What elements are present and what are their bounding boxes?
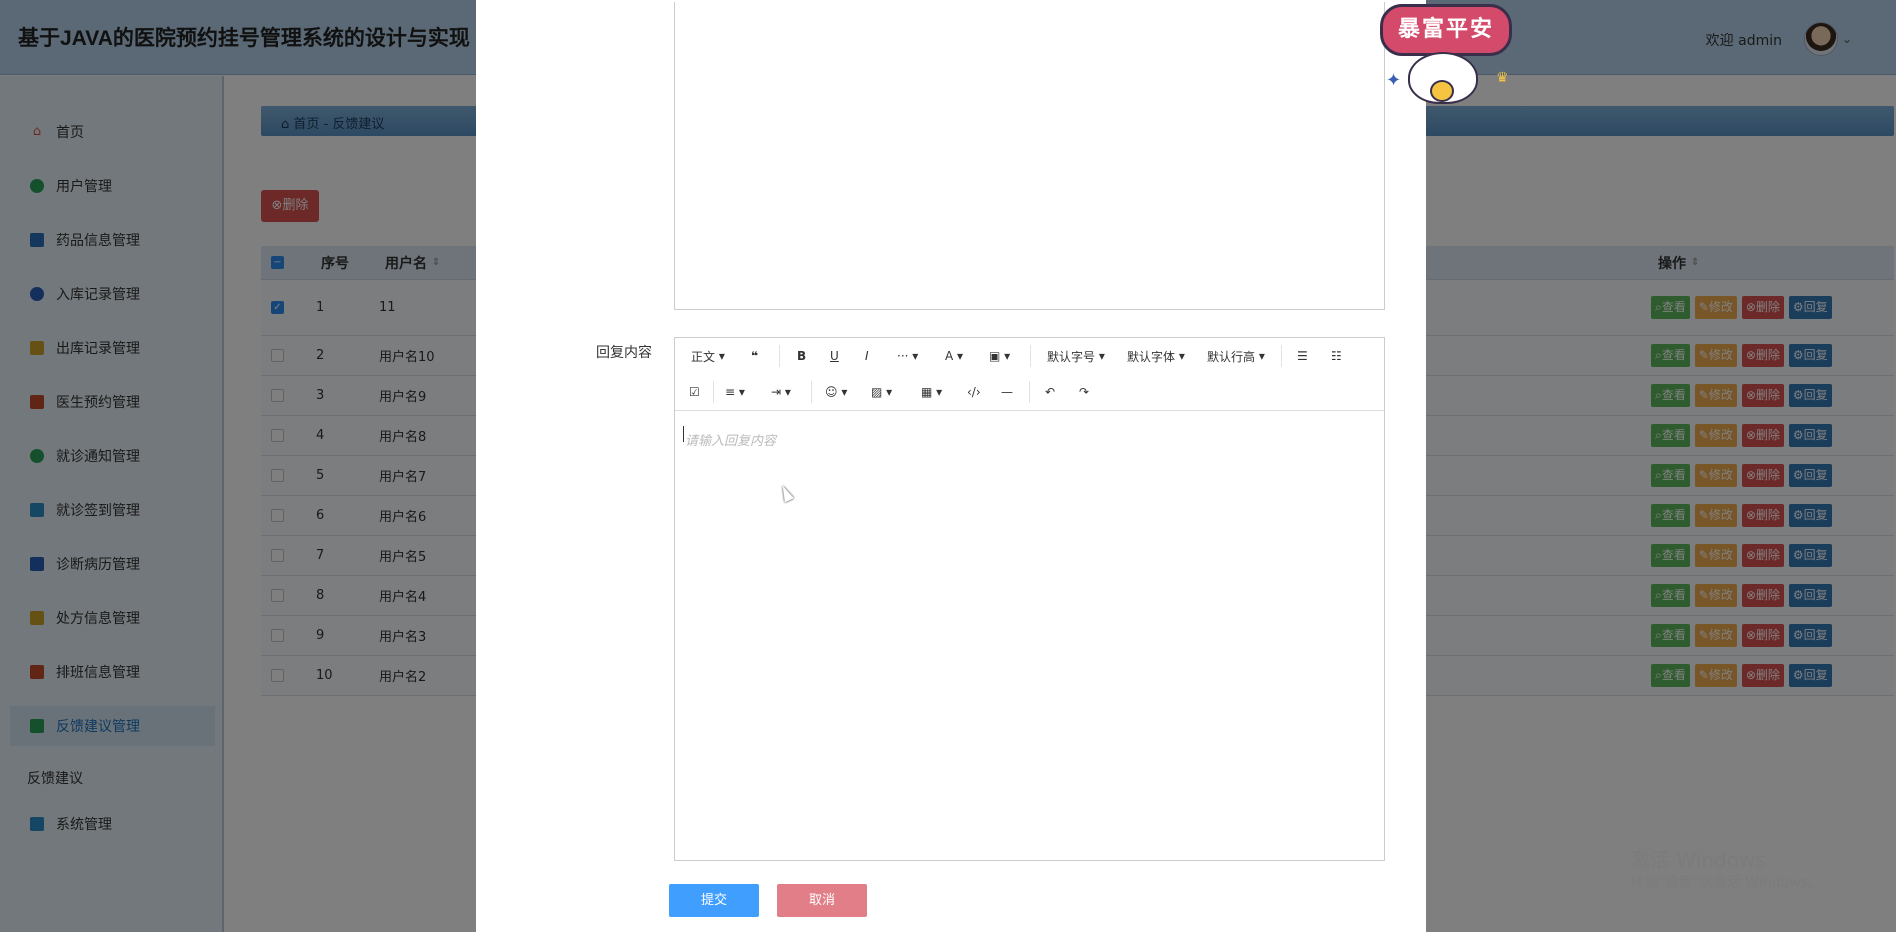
star-icon: ✦ [1386,70,1402,91]
todo-icon[interactable]: ☑ [689,382,700,402]
reply-editor: 正文 ▾ ❝ B U I ··· ▾ A ▾ ▣ ▾ 默认字号 ▾ 默认字体 ▾… [674,337,1385,861]
coin-icon [1430,80,1454,102]
editor-toolbar: 正文 ▾ ❝ B U I ··· ▾ A ▾ ▣ ▾ 默认字号 ▾ 默认字体 ▾… [675,338,1384,411]
windows-activation-subtitle: 转到"设置"以激活 Windows。 [1630,875,1822,891]
bg-color-icon[interactable]: ▣ ▾ [989,346,1010,366]
bullet-list-icon[interactable]: ☰ [1297,346,1308,366]
paragraph-select[interactable]: 正文 ▾ [691,346,725,366]
submit-button[interactable]: 提交 [669,884,759,917]
sticker-sign: 暴富平安 [1380,4,1512,56]
font-size-select[interactable]: 默认字号 ▾ [1047,346,1105,366]
align-icon[interactable]: ≡ ▾ [725,382,745,402]
bold-icon[interactable]: B [797,346,806,366]
lucky-cat-sticker: 暴富平安 ✦ ♛ [1378,0,1514,110]
more-icon[interactable]: ··· ▾ [897,346,918,366]
content-editor-area[interactable] [674,2,1385,310]
underline-icon[interactable]: U [830,346,839,366]
emoji-icon[interactable]: ☺ ▾ [825,382,847,402]
code-icon[interactable]: ‹/› [967,382,981,402]
numbered-list-icon[interactable]: ☷ [1331,346,1342,366]
reply-label: 回复内容 [596,345,652,361]
bell-icon: ♛ [1496,70,1509,86]
line-height-select[interactable]: 默认行高 ▾ [1207,346,1265,366]
font-color-icon[interactable]: A ▾ [945,346,963,366]
reply-dialog: 回复内容 正文 ▾ ❝ B U I ··· ▾ A ▾ ▣ ▾ 默认字号 ▾ 默… [476,0,1426,932]
redo-icon[interactable]: ↷ [1079,382,1089,402]
font-family-select[interactable]: 默认字体 ▾ [1127,346,1185,366]
image-icon[interactable]: ▨ ▾ [871,382,892,402]
indent-icon[interactable]: ⇥ ▾ [771,382,791,402]
cancel-button[interactable]: 取消 [777,884,867,917]
reply-placeholder[interactable]: 请输入回复内容 [685,430,776,449]
table-icon[interactable]: ▦ ▾ [921,382,942,402]
quote-icon[interactable]: ❝ [751,346,758,366]
divider-icon[interactable]: — [1001,382,1013,402]
windows-activation-title: 激活 Windows [1630,848,1766,872]
undo-icon[interactable]: ↶ [1045,382,1055,402]
italic-icon[interactable]: I [865,346,869,366]
text-caret [683,426,684,442]
